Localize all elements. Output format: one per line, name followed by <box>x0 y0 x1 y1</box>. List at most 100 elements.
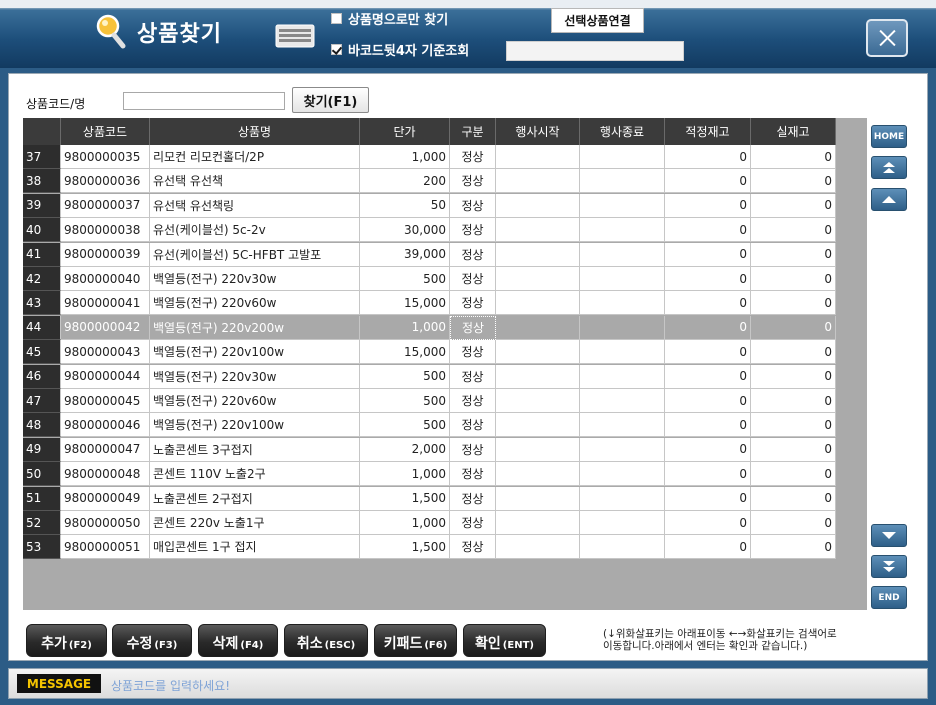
cell-end[interactable] <box>580 193 665 218</box>
column-header-end[interactable]: 행사종료 <box>580 118 665 145</box>
table-row[interactable]: 50 9800000048 콘센트 110V 노출2구 1,000 정상 0 0 <box>23 462 836 487</box>
cell-start[interactable] <box>496 291 580 316</box>
cell-optimal-stock[interactable]: 0 <box>665 169 751 194</box>
cell-start[interactable] <box>496 267 580 291</box>
cell-name[interactable]: 유선(케이블선) 5C-HFBT 고발포 <box>150 242 360 267</box>
cell-name[interactable]: 백열등(전구) 220v30w <box>150 364 360 389</box>
cell-start[interactable] <box>496 218 580 243</box>
cell-optimal-stock[interactable]: 0 <box>665 535 751 560</box>
keyboard-icon[interactable] <box>275 24 315 48</box>
table-row[interactable]: 43 9800000041 백열등(전구) 220v60w 15,000 정상 0 0 <box>23 291 836 316</box>
cell-price[interactable]: 200 <box>360 169 450 194</box>
cell-type[interactable]: 정상 <box>450 486 496 511</box>
cell-start[interactable] <box>496 364 580 389</box>
cell-code[interactable]: 9800000049 <box>61 486 150 511</box>
cell-code[interactable]: 9800000044 <box>61 364 150 389</box>
cell-actual-stock[interactable]: 0 <box>751 511 836 535</box>
cell-end[interactable] <box>580 315 665 340</box>
cell-price[interactable]: 500 <box>360 267 450 291</box>
cell-actual-stock[interactable]: 0 <box>751 315 836 340</box>
cell-index[interactable]: 40 <box>23 218 61 243</box>
cell-optimal-stock[interactable]: 0 <box>665 340 751 365</box>
cell-code[interactable]: 9800000048 <box>61 462 150 487</box>
link-product-button[interactable]: 선택상품연결 <box>551 8 644 33</box>
cell-end[interactable] <box>580 535 665 560</box>
cell-optimal-stock[interactable]: 0 <box>665 193 751 218</box>
column-header-actual-stock[interactable]: 실재고 <box>751 118 836 145</box>
cell-code[interactable]: 9800000045 <box>61 389 150 413</box>
row-down-button[interactable] <box>871 524 907 547</box>
table-row[interactable]: 47 9800000045 백열등(전구) 220v60w 500 정상 0 0 <box>23 389 836 413</box>
cell-optimal-stock[interactable]: 0 <box>665 242 751 267</box>
cell-name[interactable]: 콘센트 220v 노출1구 <box>150 511 360 535</box>
cell-index[interactable]: 45 <box>23 340 61 365</box>
cell-end[interactable] <box>580 169 665 194</box>
end-button[interactable]: END <box>871 586 907 609</box>
cell-name[interactable]: 유선택 유선책링 <box>150 193 360 218</box>
cell-name[interactable]: 유선택 유선책 <box>150 169 360 194</box>
cell-end[interactable] <box>580 511 665 535</box>
cell-actual-stock[interactable]: 0 <box>751 364 836 389</box>
cell-end[interactable] <box>580 364 665 389</box>
cell-end[interactable] <box>580 340 665 365</box>
cell-index[interactable]: 50 <box>23 462 61 487</box>
cell-price[interactable]: 1,500 <box>360 486 450 511</box>
cell-end[interactable] <box>580 145 665 169</box>
column-header-start[interactable]: 행사시작 <box>496 118 580 145</box>
delete-button[interactable]: 삭제 (F4) <box>198 624 278 657</box>
cell-index[interactable]: 42 <box>23 267 61 291</box>
option-barcode4[interactable]: 바코드뒷4자 기준조회 <box>331 40 469 59</box>
cell-code[interactable]: 9800000042 <box>61 315 150 340</box>
column-header-price[interactable]: 단가 <box>360 118 450 145</box>
table-row[interactable]: 53 9800000051 매입콘센트 1구 접지 1,500 정상 0 0 <box>23 535 836 560</box>
cell-code[interactable]: 9800000039 <box>61 242 150 267</box>
cell-actual-stock[interactable]: 0 <box>751 535 836 560</box>
cell-price[interactable]: 15,000 <box>360 340 450 365</box>
column-header-optimal-stock[interactable]: 적정재고 <box>665 118 751 145</box>
column-header-type[interactable]: 구분 <box>450 118 496 145</box>
confirm-button[interactable]: 확인 (ENT) <box>463 624 546 657</box>
home-button[interactable]: HOME <box>871 125 907 148</box>
cell-type[interactable]: 정상 <box>450 462 496 487</box>
cell-end[interactable] <box>580 218 665 243</box>
table-row[interactable]: 52 9800000050 콘센트 220v 노출1구 1,000 정상 0 0 <box>23 511 836 535</box>
cell-start[interactable] <box>496 340 580 365</box>
cell-actual-stock[interactable]: 0 <box>751 486 836 511</box>
cell-index[interactable]: 47 <box>23 389 61 413</box>
cell-actual-stock[interactable]: 0 <box>751 267 836 291</box>
table-row[interactable]: 49 9800000047 노출콘센트 3구접지 2,000 정상 0 0 <box>23 437 836 462</box>
table-row[interactable]: 37 9800000035 리모컨 리모컨홀더/2P 1,000 정상 0 0 <box>23 145 836 169</box>
cell-code[interactable]: 9800000040 <box>61 267 150 291</box>
cell-type[interactable]: 정상 <box>450 511 496 535</box>
cell-optimal-stock[interactable]: 0 <box>665 413 751 438</box>
cell-actual-stock[interactable]: 0 <box>751 437 836 462</box>
cell-price[interactable]: 30,000 <box>360 218 450 243</box>
cell-code[interactable]: 9800000041 <box>61 291 150 316</box>
cell-optimal-stock[interactable]: 0 <box>665 218 751 243</box>
cell-price[interactable]: 500 <box>360 413 450 438</box>
cell-index[interactable]: 52 <box>23 511 61 535</box>
cell-optimal-stock[interactable]: 0 <box>665 315 751 340</box>
cell-start[interactable] <box>496 413 580 438</box>
table-row[interactable]: 38 9800000036 유선택 유선책 200 정상 0 0 <box>23 169 836 194</box>
cell-start[interactable] <box>496 169 580 194</box>
cell-name[interactable]: 백열등(전구) 220v30w <box>150 267 360 291</box>
cell-name[interactable]: 유선(케이블선) 5c-2v <box>150 218 360 243</box>
cell-actual-stock[interactable]: 0 <box>751 340 836 365</box>
cell-name[interactable]: 백열등(전구) 220v60w <box>150 291 360 316</box>
cell-type[interactable]: 정상 <box>450 145 496 169</box>
cell-start[interactable] <box>496 242 580 267</box>
cell-start[interactable] <box>496 145 580 169</box>
cell-code[interactable]: 9800000036 <box>61 169 150 194</box>
cell-actual-stock[interactable]: 0 <box>751 242 836 267</box>
page-up-button[interactable] <box>871 156 907 179</box>
close-button[interactable] <box>866 19 908 57</box>
cell-price[interactable]: 50 <box>360 193 450 218</box>
cell-name[interactable]: 백열등(전구) 220v200w <box>150 315 360 340</box>
table-row[interactable]: 41 9800000039 유선(케이블선) 5C-HFBT 고발포 39,000 정상… <box>23 242 836 267</box>
cell-actual-stock[interactable]: 0 <box>751 193 836 218</box>
cell-optimal-stock[interactable]: 0 <box>665 267 751 291</box>
cell-code[interactable]: 9800000038 <box>61 218 150 243</box>
find-button[interactable]: 찾기(F1) <box>292 87 369 113</box>
add-button[interactable]: 추가 (F2) <box>26 624 107 657</box>
